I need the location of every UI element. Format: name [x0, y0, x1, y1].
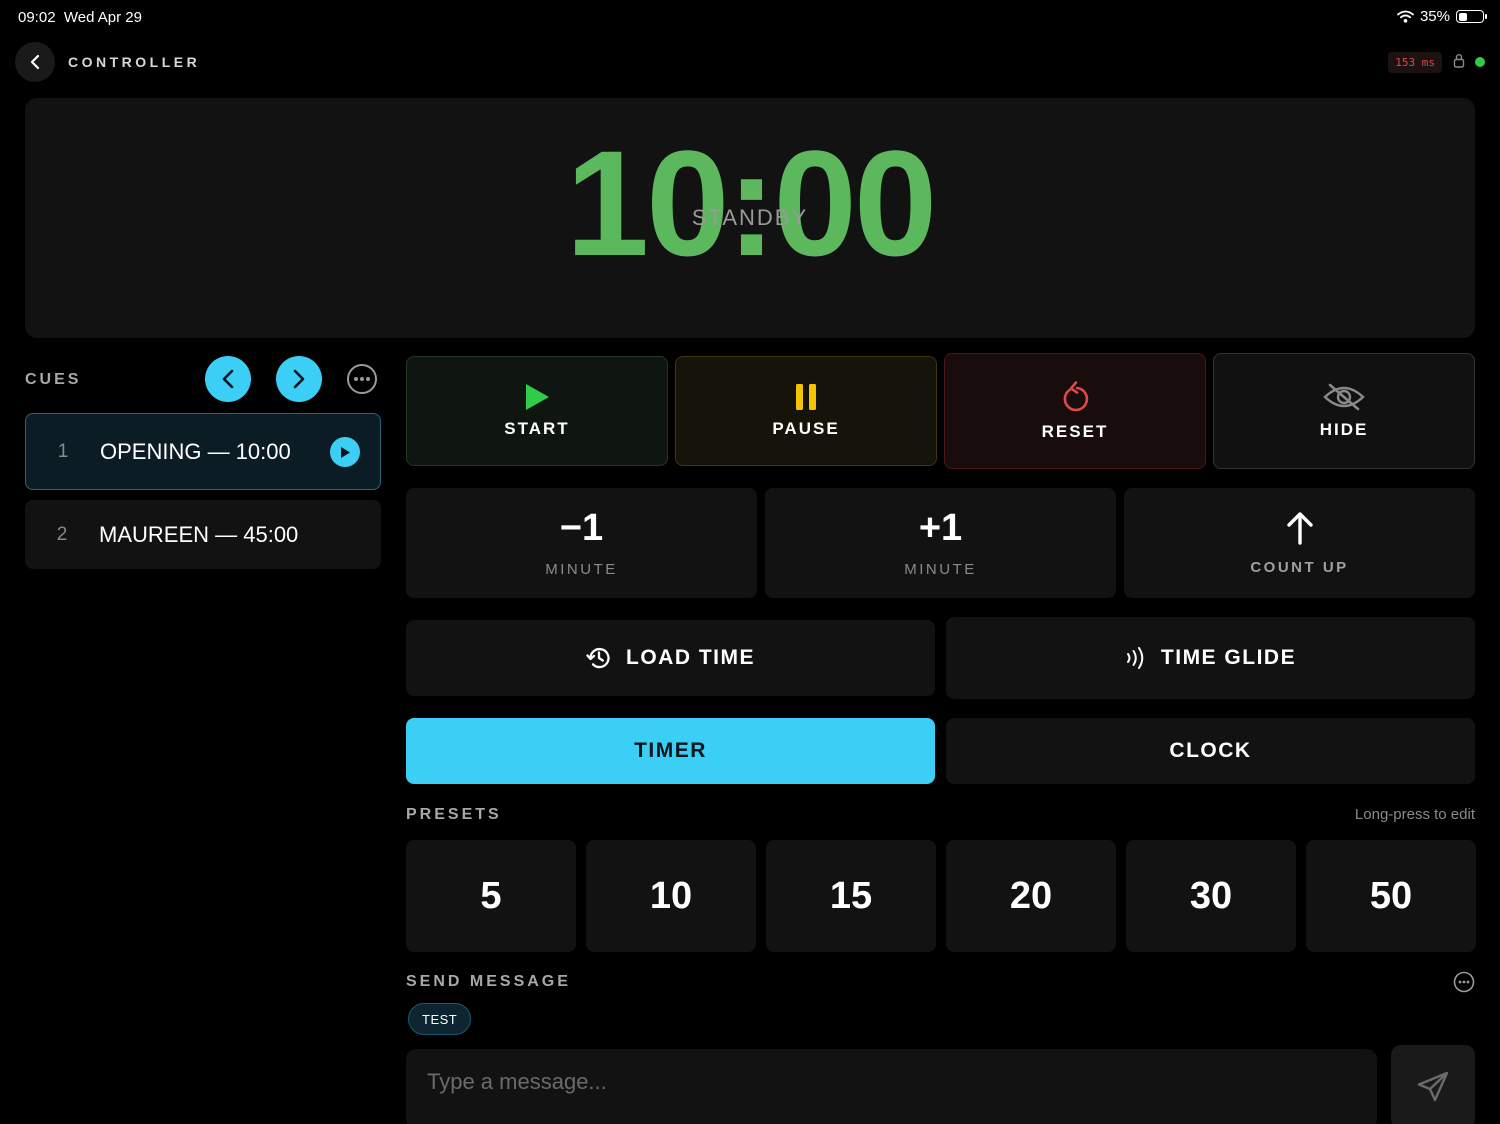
presets-hint: Long-press to edit — [1354, 806, 1475, 823]
timer-mode-button[interactable]: TIMER — [406, 718, 935, 784]
back-button[interactable] — [15, 42, 55, 82]
reset-icon — [1063, 381, 1089, 412]
preset-button[interactable]: 15 — [766, 840, 936, 952]
start-button[interactable]: START — [406, 356, 668, 466]
message-more-button[interactable] — [1453, 971, 1475, 993]
send-message-heading: SEND MESSAGE — [406, 973, 571, 990]
status-bar: 09:02 Wed Apr 29 35% — [0, 0, 1500, 36]
pause-button[interactable]: PAUSE — [675, 356, 937, 466]
clock-mode-label: CLOCK — [1169, 739, 1252, 762]
top-bar: CONTROLLER 153 ms — [15, 40, 1485, 82]
start-label: START — [504, 419, 570, 438]
status-time: 09:02 Wed Apr 29 — [18, 9, 142, 26]
time-glide-button[interactable]: TIME GLIDE — [946, 617, 1475, 699]
signal-waves-icon — [1126, 647, 1144, 669]
lock-icon[interactable] — [1453, 53, 1465, 68]
connection-status-dot — [1475, 57, 1485, 67]
preset-button[interactable]: 50 — [1306, 840, 1476, 952]
chevron-left-icon — [30, 54, 40, 70]
cues-heading: CUES — [25, 371, 82, 388]
send-icon — [1417, 1071, 1449, 1102]
preset-button[interactable]: 30 — [1126, 840, 1296, 952]
cue-number: 2 — [56, 523, 68, 545]
time-glide-label: TIME GLIDE — [1160, 646, 1297, 669]
play-icon — [341, 446, 350, 458]
previous-cue-button[interactable] — [205, 356, 251, 402]
cue-item-1[interactable]: 1 OPENING — 10:00 — [25, 413, 381, 490]
plus-minute-label: MINUTE — [904, 560, 977, 578]
hide-label: HIDE — [1319, 420, 1369, 439]
battery-percent: 35% — [1419, 8, 1450, 25]
message-input[interactable] — [406, 1049, 1377, 1124]
minus-one-value: −1 — [559, 506, 604, 549]
presets-heading: PRESETS — [406, 806, 502, 823]
count-up-button[interactable]: COUNT UP — [1124, 488, 1475, 598]
timer-state: STANDBY — [691, 205, 809, 230]
cues-more-button[interactable] — [346, 363, 378, 395]
reset-label: RESET — [1041, 422, 1109, 441]
clock-mode-button[interactable]: CLOCK — [946, 718, 1475, 784]
cue-name: OPENING — 10:00 — [100, 438, 291, 464]
timer-value: 10:00 — [565, 119, 938, 287]
clock-time: 09:02 — [18, 9, 56, 26]
send-button[interactable] — [1391, 1045, 1475, 1124]
timer-mode-label: TIMER — [634, 739, 707, 762]
count-up-label: COUNT UP — [1250, 558, 1349, 576]
plus-minute-button[interactable]: +1 MINUTE — [765, 488, 1116, 598]
cue-item-2[interactable]: 2 MAUREEN — 45:00 — [25, 500, 381, 569]
cue-number: 1 — [57, 440, 69, 462]
wifi-icon — [1397, 10, 1414, 23]
arrow-up-icon — [1286, 511, 1313, 545]
status-right: 35% — [1397, 8, 1487, 25]
preset-button[interactable]: 5 — [406, 840, 576, 952]
load-time-button[interactable]: LOAD TIME — [406, 620, 935, 696]
eye-off-icon — [1323, 383, 1365, 411]
battery-icon — [1456, 10, 1487, 23]
next-cue-button[interactable] — [276, 356, 322, 402]
pause-icon — [796, 384, 816, 410]
preset-button[interactable]: 20 — [946, 840, 1116, 952]
cue-name: MAUREEN — 45:00 — [99, 521, 299, 547]
hide-button[interactable]: HIDE — [1213, 353, 1475, 469]
play-cue-button[interactable] — [330, 437, 360, 467]
minus-minute-button[interactable]: −1 MINUTE — [406, 488, 757, 598]
page-title: CONTROLLER — [68, 54, 201, 70]
pause-label: PAUSE — [772, 419, 840, 438]
quick-message-chip[interactable]: TEST — [408, 1003, 472, 1035]
minus-minute-label: MINUTE — [545, 560, 618, 578]
latency-badge: 153 ms — [1388, 52, 1442, 73]
history-icon — [586, 647, 610, 669]
clock-date: Wed Apr 29 — [63, 9, 142, 26]
chevron-right-icon — [293, 369, 305, 389]
load-time-label: LOAD TIME — [626, 646, 755, 669]
preset-button[interactable]: 10 — [586, 840, 756, 952]
play-icon — [526, 384, 549, 410]
reset-button[interactable]: RESET — [944, 353, 1206, 469]
plus-one-value: +1 — [918, 506, 963, 549]
chevron-left-icon — [222, 369, 234, 389]
